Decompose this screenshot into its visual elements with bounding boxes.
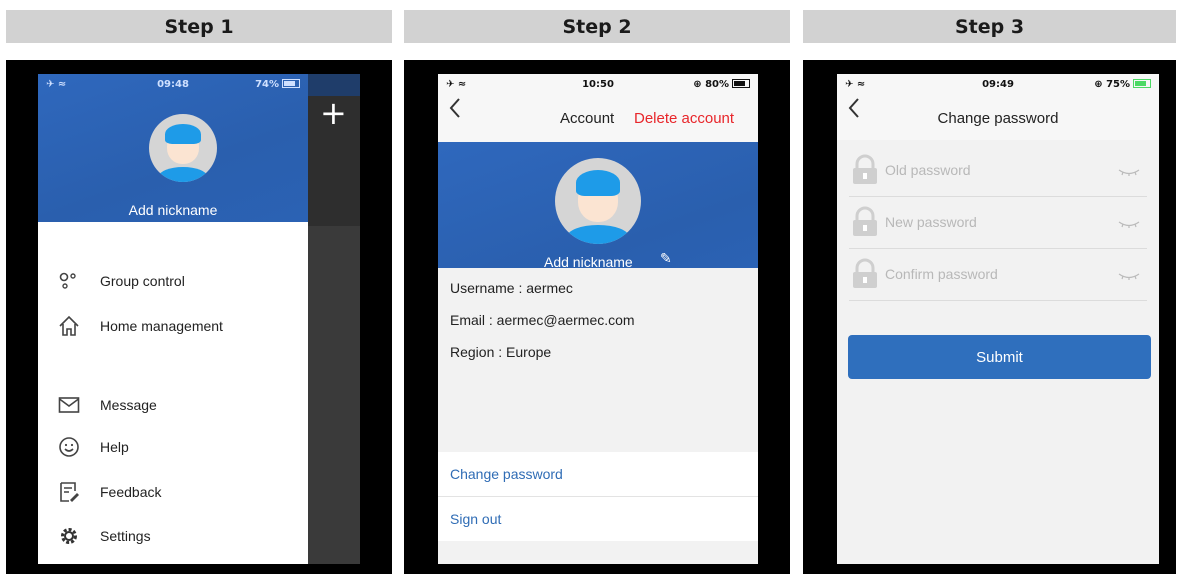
menu-item-label: Feedback <box>100 484 162 500</box>
eye-closed-icon[interactable] <box>1117 216 1141 232</box>
step-2-frame: ✈ ≈ 10:50 ⊕ 80% Account Delete account A… <box>404 60 790 574</box>
feedback-icon <box>56 481 82 503</box>
step-3-header: Step 3 <box>803 10 1176 43</box>
eye-closed-icon[interactable] <box>1117 268 1141 284</box>
menu-item-group-control[interactable]: Group control <box>56 266 185 296</box>
step-2-header: Step 2 <box>404 10 790 43</box>
change-password-link[interactable]: Change password <box>450 466 563 482</box>
eye-closed-icon[interactable] <box>1117 164 1141 180</box>
confirm-password-placeholder: Confirm password <box>885 266 998 282</box>
menu-item-label: Home management <box>100 318 223 334</box>
status-bar: ✈ ≈ 09:48 74% <box>38 74 308 96</box>
change-password-screen: ✈ ≈ 09:49 ⊕ 75% Change password Old pass… <box>837 74 1159 564</box>
nav-bar: ✈ ≈ 09:49 ⊕ 75% Change password <box>837 74 1159 140</box>
gear-icon <box>56 525 82 547</box>
account-screen: ✈ ≈ 10:50 ⊕ 80% Account Delete account A… <box>438 74 758 564</box>
menu-item-help[interactable]: Help <box>56 432 129 462</box>
menu-item-label: Help <box>100 439 129 455</box>
sign-out-row[interactable]: Sign out <box>438 497 758 541</box>
plus-icon[interactable]: + <box>320 97 347 129</box>
lock-icon <box>849 154 881 186</box>
back-chevron-icon[interactable] <box>448 96 462 125</box>
lock-icon <box>849 258 881 290</box>
old-password-placeholder: Old password <box>885 162 971 178</box>
status-battery: 74% <box>255 79 300 90</box>
help-icon <box>56 436 82 458</box>
step-1-frame: + ✈ ≈ 09:48 74% Add nickname Group contr… <box>6 60 392 574</box>
new-password-placeholder: New password <box>885 214 977 230</box>
step-3-frame: ✈ ≈ 09:49 ⊕ 75% Change password Old pass… <box>803 60 1176 574</box>
profile-banner: Add nickname ✎ <box>438 142 758 270</box>
menu-item-label: Settings <box>100 528 151 544</box>
group-control-icon <box>56 270 82 292</box>
region-text: Region : Europe <box>450 344 552 360</box>
delete-account-button[interactable]: Delete account <box>634 110 734 127</box>
old-password-field[interactable]: Old password <box>849 144 1147 197</box>
message-icon <box>56 394 82 416</box>
page-title: Change password <box>937 110 1059 127</box>
add-nickname-label[interactable]: Add nickname <box>544 254 633 270</box>
avatar[interactable] <box>149 114 217 182</box>
step-1-header: Step 1 <box>6 10 392 43</box>
menu-item-message[interactable]: Message <box>56 390 157 420</box>
new-password-field[interactable]: New password <box>849 196 1147 249</box>
lock-icon <box>849 206 881 238</box>
page-title: Account <box>560 110 615 127</box>
sign-out-link[interactable]: Sign out <box>450 511 501 527</box>
menu-item-feedback[interactable]: Feedback <box>56 477 161 507</box>
confirm-password-field[interactable]: Confirm password <box>849 248 1147 301</box>
add-nickname-label[interactable]: Add nickname <box>38 202 308 218</box>
dimmed-home-screen[interactable]: + <box>308 74 360 564</box>
menu-item-label: Group control <box>100 273 185 289</box>
menu-item-settings[interactable]: Settings <box>56 521 151 551</box>
drawer-header: ✈ ≈ 09:48 74% Add nickname <box>38 74 308 222</box>
status-battery: ⊕ 80% <box>693 79 750 90</box>
change-password-row[interactable]: Change password <box>438 452 758 497</box>
status-bar: ✈ ≈ 09:49 ⊕ 75% <box>837 74 1159 96</box>
submit-button[interactable]: Submit <box>848 335 1151 379</box>
email-text: Email : aermec@aermec.com <box>450 312 635 328</box>
status-bar: ✈ ≈ 10:50 ⊕ 80% <box>438 74 758 96</box>
edit-pencil-icon[interactable]: ✎ <box>660 250 672 267</box>
drawer-screen: ✈ ≈ 09:48 74% Add nickname Group control… <box>38 74 308 564</box>
menu-item-label: Message <box>100 397 157 413</box>
home-icon <box>56 315 82 337</box>
submit-label: Submit <box>976 348 1023 366</box>
avatar[interactable] <box>555 158 641 244</box>
nav-bar: ✈ ≈ 10:50 ⊕ 80% Account Delete account <box>438 74 758 142</box>
username-text: Username : aermec <box>450 280 573 296</box>
status-battery: ⊕ 75% <box>1094 79 1151 90</box>
menu-item-home-management[interactable]: Home management <box>56 311 223 341</box>
